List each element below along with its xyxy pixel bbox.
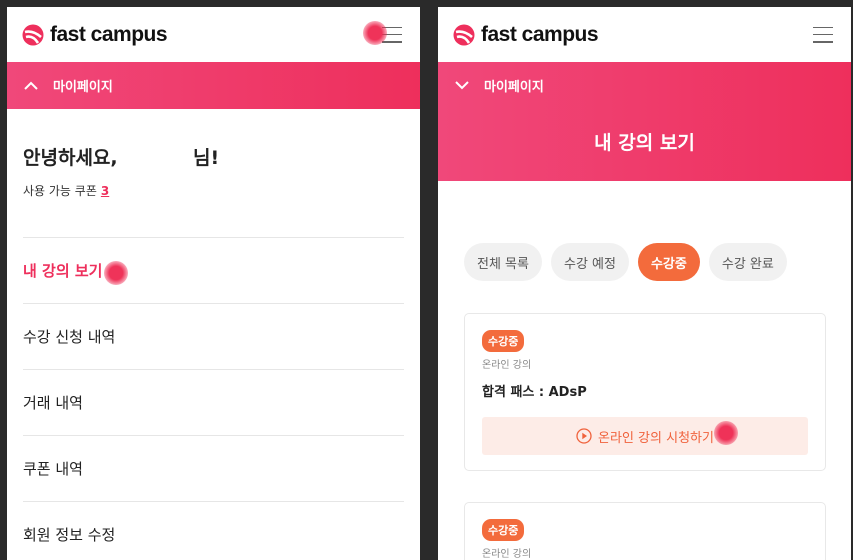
mypage-label: 마이페이지 — [53, 80, 113, 95]
filter-in-progress[interactable]: 수강중 — [637, 243, 700, 281]
menu-item-edit-profile[interactable]: 회원 정보 수정 — [23, 501, 404, 560]
app-header: fast campus — [7, 7, 420, 62]
status-badge: 수강중 — [482, 519, 525, 541]
greeting-hello: 안녕하세요, — [23, 147, 118, 169]
filter-completed[interactable]: 수강 완료 — [708, 243, 787, 281]
my-courses-screen: fast campus 마이페이지 내 강의 보기 전체 목록 수강 예정 수강… — [438, 7, 851, 560]
coupon-count-link[interactable]: 3 — [101, 184, 109, 198]
logo-mark-icon — [22, 24, 44, 45]
filter-all[interactable]: 전체 목록 — [464, 243, 542, 281]
logo-mark-icon — [453, 24, 475, 45]
greeting-section: 안녕하세요, 님! 사용 가능 쿠폰 3 — [7, 109, 420, 199]
mypage-toggle-bar[interactable]: 마이페이지 — [438, 62, 851, 108]
menu-item-coupon-history[interactable]: 쿠폰 내역 — [23, 435, 404, 501]
watch-button-label: 온라인 강의 시청하기 — [598, 430, 714, 446]
coupon-info: 사용 가능 쿠폰 3 — [23, 182, 404, 199]
coupon-label: 사용 가능 쿠폰 — [23, 184, 97, 198]
mypage-toggle-bar[interactable]: 마이페이지 — [7, 62, 420, 109]
app-header: fast campus — [438, 7, 851, 62]
filter-upcoming[interactable]: 수강 예정 — [550, 243, 629, 281]
course-card: 수강중 온라인 강의 합격 패스 : ADsP 온라인 강의 시청하기 — [464, 313, 826, 471]
course-card: 수강중 온라인 강의 — [464, 502, 826, 560]
menu-item-transaction-history[interactable]: 거래 내역 — [23, 369, 404, 435]
hamburger-menu-icon[interactable] — [382, 26, 402, 43]
chevron-down-icon — [455, 81, 469, 90]
fastcampus-logo[interactable]: fast campus — [453, 22, 599, 47]
page-title-band: 내 강의 보기 — [438, 108, 851, 181]
status-badge: 수강중 — [482, 330, 525, 352]
mypage-menu-list: 내 강의 보기 수강 신청 내역 거래 내역 쿠폰 내역 회원 정보 수정 — [7, 237, 420, 560]
course-type: 온라인 강의 — [482, 360, 532, 371]
page-title: 내 강의 보기 — [594, 132, 695, 154]
logo-text: fast campus — [481, 22, 599, 46]
mypage-label: 마이페이지 — [484, 79, 544, 95]
course-type: 온라인 강의 — [482, 549, 532, 560]
menu-item-enrollment-history[interactable]: 수강 신청 내역 — [23, 303, 404, 369]
chevron-up-icon — [24, 81, 38, 90]
fastcampus-logo[interactable]: fast campus — [22, 22, 168, 47]
logo-text: fast campus — [50, 22, 168, 46]
watch-online-course-button[interactable]: 온라인 강의 시청하기 — [482, 417, 808, 455]
menu-item-my-courses[interactable]: 내 강의 보기 — [23, 237, 404, 303]
greeting-title: 안녕하세요, 님! — [23, 143, 404, 170]
course-filter-tabs: 전체 목록 수강 예정 수강중 수강 완료 — [438, 243, 851, 281]
mypage-menu-screen: fast campus 마이페이지 안녕하세요, 님! 사용 가능 쿠폰 3 내 … — [7, 7, 420, 560]
greeting-suffix: 님! — [193, 147, 220, 169]
hamburger-menu-icon[interactable] — [813, 26, 833, 43]
course-title: 합격 패스 : ADsP — [482, 385, 587, 400]
play-circle-icon — [576, 428, 592, 444]
